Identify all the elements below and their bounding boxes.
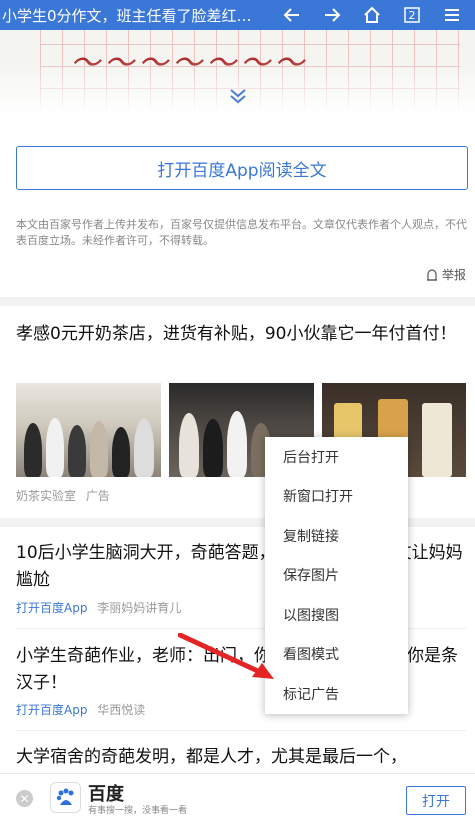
- baidu-logo-icon: [50, 782, 81, 813]
- forward-arrow-icon: [325, 8, 341, 22]
- ad-title[interactable]: 孝感0元开奶茶店，进货有补贴，90小伙靠它一年付首付！: [16, 320, 466, 349]
- menu-item-mark-ad[interactable]: 标记广告: [265, 674, 408, 714]
- ad-meta: 奶茶实验室 广告: [16, 487, 110, 504]
- report-link[interactable]: 举报: [426, 266, 466, 283]
- back-button[interactable]: [272, 0, 312, 30]
- tabs-button[interactable]: 2: [392, 0, 432, 30]
- disclaimer-text: 本文由百家号作者上传并发布，百家号仅提供信息发布平台。文章仅代表作者个人观点，不…: [16, 218, 467, 247]
- list-divider: [16, 730, 466, 731]
- expand-chevron-icon[interactable]: [229, 88, 247, 104]
- report-icon: [426, 268, 437, 281]
- menu-item-copy-link[interactable]: 复制链接: [265, 516, 408, 556]
- menu-button[interactable]: [432, 0, 472, 30]
- news-meta: 打开百度App 李丽妈妈讲育儿: [16, 599, 181, 616]
- open-full-article-button[interactable]: 打开百度App阅读全文: [16, 146, 468, 190]
- menu-item-open-background[interactable]: 后台打开: [265, 437, 408, 477]
- open-app-link[interactable]: 打开百度App: [16, 601, 87, 615]
- open-app-button[interactable]: 打开: [406, 786, 466, 815]
- close-icon[interactable]: ✕: [16, 790, 33, 807]
- forward-button[interactable]: [312, 0, 352, 30]
- browser-toolbar: 小学生0分作文，班主任看了脸差红… 2: [0, 0, 475, 30]
- annotation-arrow-icon: [178, 633, 274, 679]
- menu-item-image-view-mode[interactable]: 看图模式: [265, 635, 408, 675]
- menu-item-search-by-image[interactable]: 以图搜图: [265, 595, 408, 635]
- news-meta: 打开百度App 华西悦读: [16, 701, 145, 718]
- context-menu: 后台打开 新窗口打开 复制链接 保存图片 以图搜图 看图模式 标记广告: [265, 437, 408, 714]
- open-app-link[interactable]: 打开百度App: [16, 703, 87, 717]
- home-button[interactable]: [352, 0, 392, 30]
- news-source: 李丽妈妈讲育儿: [97, 601, 182, 615]
- menu-item-open-new-window[interactable]: 新窗口打开: [265, 477, 408, 517]
- menu-item-save-image[interactable]: 保存图片: [265, 556, 408, 596]
- news-source: 华西悦读: [97, 703, 146, 717]
- app-promo-bar: ✕ 百度 有事搜一搜，没事看一看 打开: [0, 773, 475, 820]
- report-label: 举报: [441, 268, 466, 282]
- back-arrow-icon: [283, 8, 299, 22]
- ad-photo-1[interactable]: [16, 383, 161, 477]
- home-icon: [364, 6, 380, 23]
- page-title: 小学生0分作文，班主任看了脸差红…: [2, 6, 252, 25]
- ad-tag: 广告: [85, 489, 110, 503]
- ad-source: 奶茶实验室: [16, 489, 77, 503]
- tab-count: 2: [408, 8, 416, 22]
- hamburger-icon: [445, 9, 459, 21]
- news-title[interactable]: 大学宿舍的奇葩发明，都是人才，尤其是最后一个，: [16, 744, 466, 771]
- brand-slogan: 有事搜一搜，没事看一看: [88, 806, 188, 816]
- section-divider: [0, 297, 475, 306]
